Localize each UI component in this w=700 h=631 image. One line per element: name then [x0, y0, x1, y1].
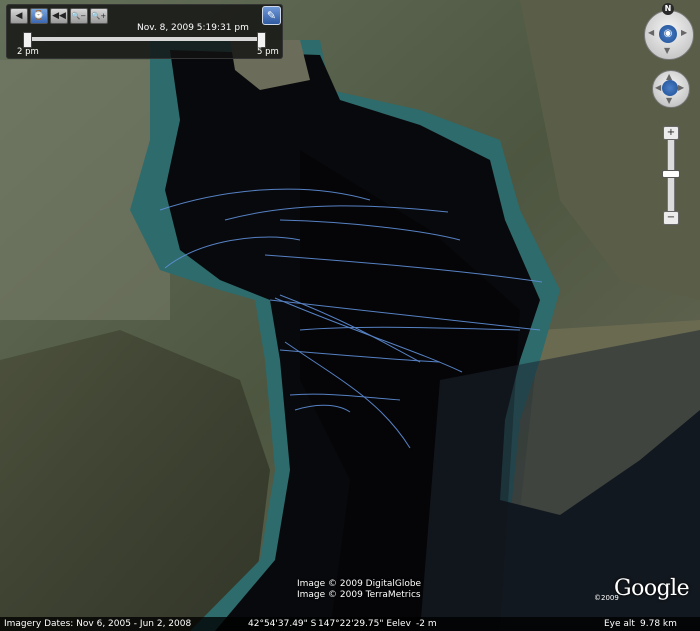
- track-path: [299, 326, 521, 331]
- zoom-slider-thumb[interactable]: [662, 170, 680, 178]
- time-clock-button[interactable]: ⌚: [30, 8, 48, 24]
- zoom-slider-track[interactable]: [667, 137, 675, 219]
- google-logo: Google: [614, 576, 690, 601]
- arrow-down-icon[interactable]: ▼: [664, 46, 670, 55]
- credit-line: Image © 2009 DigitalGlobe: [297, 579, 422, 589]
- logo-copyright: ©2009: [594, 594, 619, 602]
- move-left-icon[interactable]: ◀: [655, 83, 661, 92]
- track-path: [224, 205, 449, 221]
- imagery-dates: Imagery Dates: Nov 6, 2005 - Jun 2, 2008: [4, 619, 192, 629]
- move-right-icon[interactable]: ▶: [678, 83, 684, 92]
- credit-line: Image © 2009 TerraMetrics: [297, 590, 421, 600]
- elevation-value: -2 m: [416, 619, 437, 629]
- time-rewind-button[interactable]: ◀◀: [50, 8, 68, 24]
- status-bar: Imagery Dates: Nov 6, 2005 - Jun 2, 2008…: [0, 617, 700, 631]
- imagery-credits: Image © 2009 DigitalGlobe Image © 2009 T…: [297, 579, 421, 601]
- time-zoom-in-button[interactable]: 🔍+: [90, 8, 108, 24]
- elevation-label: elev: [392, 619, 411, 629]
- north-indicator[interactable]: N: [662, 3, 674, 15]
- track-path: [269, 299, 541, 331]
- track-path: [164, 236, 301, 269]
- wrench-icon[interactable]: ✎: [262, 6, 281, 25]
- arrow-left-icon[interactable]: ◀: [648, 28, 654, 37]
- slider-start-label: 2 pm: [17, 47, 39, 57]
- map-view[interactable]: ◀ ⌚ ◀◀ 🔍− 🔍+ Nov. 8, 2009 5:19:31 pm 2 p…: [0, 0, 700, 631]
- eye-icon[interactable]: ◉: [659, 25, 677, 43]
- track-path: [279, 219, 461, 241]
- latitude-readout: 42°54'37.49" S: [248, 619, 317, 629]
- track-path: [284, 341, 411, 449]
- track-path: [289, 393, 401, 401]
- longitude-readout: 147°22'29.75" E: [318, 619, 393, 629]
- slider-end-label: 5 pm: [257, 47, 279, 57]
- zoom-in-button[interactable]: +: [663, 126, 679, 140]
- move-up-icon[interactable]: ▲: [666, 72, 672, 81]
- zoom-out-button[interactable]: −: [663, 211, 679, 225]
- track-path: [159, 188, 371, 211]
- eye-alt-label: Eye alt: [604, 619, 635, 629]
- time-back-button[interactable]: ◀: [10, 8, 28, 24]
- track-path: [274, 297, 463, 373]
- current-time-label: Nov. 8, 2009 5:19:31 pm: [137, 23, 249, 33]
- arrow-right-icon[interactable]: ▶: [681, 28, 687, 37]
- time-zoom-out-button[interactable]: 🔍−: [70, 8, 88, 24]
- gps-track-lines: [159, 188, 543, 449]
- time-slider-end-thumb[interactable]: [257, 32, 266, 48]
- time-slider-panel: ◀ ⌚ ◀◀ 🔍− 🔍+ Nov. 8, 2009 5:19:31 pm 2 p…: [6, 4, 283, 59]
- track-path: [264, 254, 543, 283]
- time-slider-start-thumb[interactable]: [23, 32, 32, 48]
- hand-icon[interactable]: [662, 80, 678, 96]
- time-slider-track[interactable]: [25, 37, 265, 41]
- eye-alt-value: 9.78 km: [640, 619, 677, 629]
- track-path: [294, 404, 351, 413]
- move-down-icon[interactable]: ▼: [666, 96, 672, 105]
